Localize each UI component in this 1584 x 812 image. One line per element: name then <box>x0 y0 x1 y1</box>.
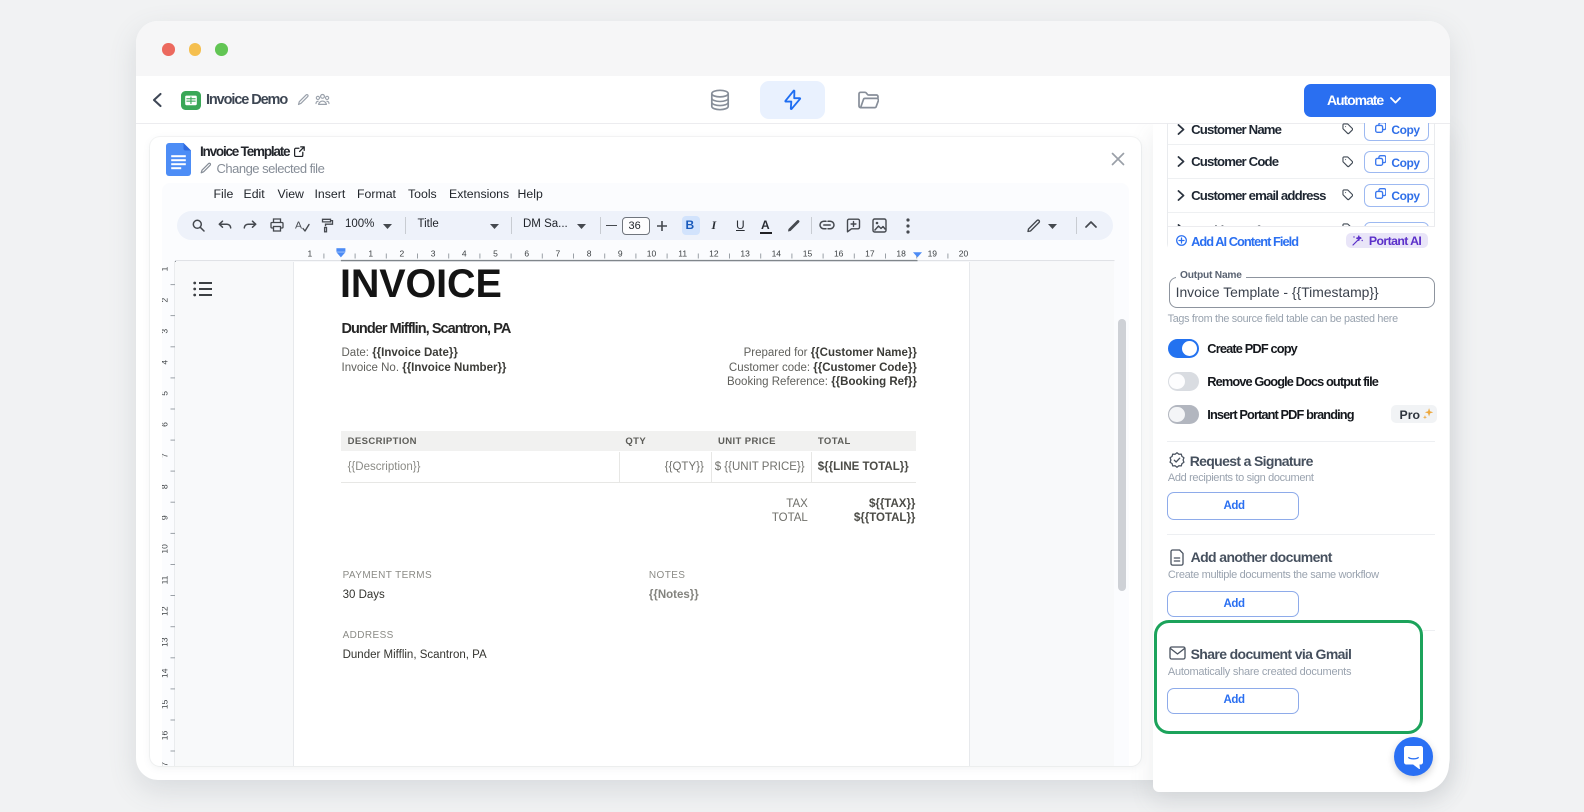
svg-text:14: 14 <box>771 249 781 259</box>
svg-text:13: 13 <box>162 637 170 647</box>
svg-text:2: 2 <box>399 249 404 259</box>
svg-text:10: 10 <box>162 544 170 554</box>
svg-text:12: 12 <box>162 606 170 616</box>
svg-text:12: 12 <box>709 249 719 259</box>
svg-text:15: 15 <box>802 249 812 259</box>
svg-text:18: 18 <box>896 249 906 259</box>
svg-text:2: 2 <box>162 297 170 302</box>
svg-text:11: 11 <box>678 249 687 259</box>
svg-text:17: 17 <box>865 249 875 259</box>
svg-text:13: 13 <box>740 249 750 259</box>
svg-text:7: 7 <box>555 249 560 259</box>
svg-text:A: A <box>295 219 302 231</box>
svg-text:6: 6 <box>524 249 529 259</box>
svg-text:7: 7 <box>162 453 170 458</box>
svg-text:1: 1 <box>162 266 170 271</box>
svg-text:6: 6 <box>162 422 170 427</box>
svg-text:9: 9 <box>617 249 622 259</box>
svg-text:1: 1 <box>307 249 312 259</box>
svg-text:9: 9 <box>162 515 170 520</box>
svg-text:20: 20 <box>958 249 968 259</box>
svg-text:16: 16 <box>162 731 170 741</box>
svg-text:4: 4 <box>162 360 170 365</box>
svg-text:4: 4 <box>461 249 466 259</box>
svg-text:3: 3 <box>162 329 170 334</box>
svg-text:19: 19 <box>927 249 937 259</box>
svg-text:17: 17 <box>162 762 170 766</box>
svg-text:8: 8 <box>162 484 170 489</box>
svg-text:1: 1 <box>368 249 373 259</box>
svg-text:3: 3 <box>430 249 435 259</box>
svg-text:8: 8 <box>586 249 591 259</box>
svg-text:11: 11 <box>162 575 170 584</box>
svg-text:5: 5 <box>162 391 170 396</box>
svg-text:5: 5 <box>493 249 498 259</box>
svg-text:16: 16 <box>833 249 843 259</box>
svg-text:14: 14 <box>162 668 170 678</box>
svg-text:15: 15 <box>162 699 170 709</box>
svg-text:10: 10 <box>646 249 656 259</box>
